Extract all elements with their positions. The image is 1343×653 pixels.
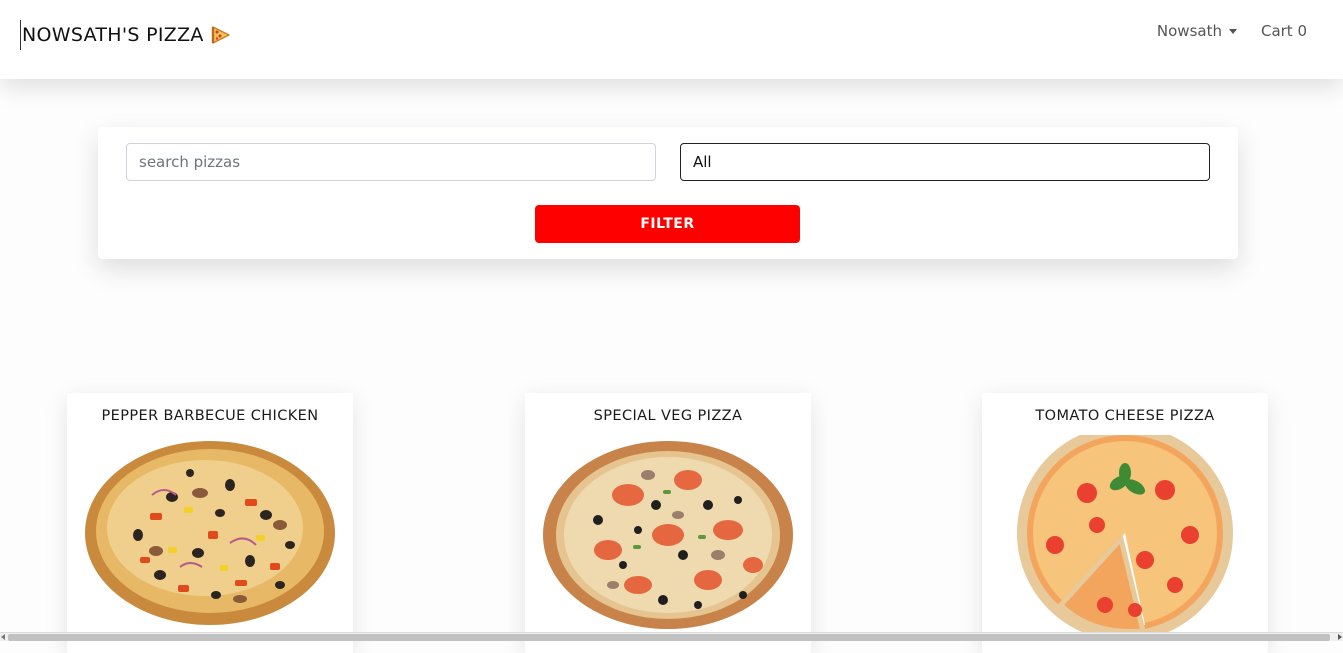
filter-button[interactable]: FILTER: [535, 205, 800, 243]
scroll-right-icon[interactable]: [1338, 634, 1342, 640]
pizza-name: SPECIAL VEG PIZZA: [593, 408, 743, 424]
horizontal-scrollbar[interactable]: [0, 632, 1343, 641]
cart-link[interactable]: Cart 0: [1261, 22, 1307, 40]
category-select[interactable]: All: [680, 143, 1210, 181]
user-name: Nowsath: [1156, 22, 1222, 40]
pizza-card[interactable]: SPECIAL VEG PIZZA: [525, 393, 811, 653]
caret-down-icon: [1228, 29, 1237, 34]
brand-link[interactable]: NOWSATH'S PIZZA: [20, 20, 231, 50]
category-selected-value: All: [693, 153, 712, 171]
nav-menu: Nowsath Cart 0: [1157, 22, 1307, 40]
special-veg-pizza-image: [543, 441, 793, 629]
pizza-card[interactable]: TOMATO CHEESE PIZZA: [982, 393, 1268, 653]
user-dropdown[interactable]: Nowsath: [1157, 22, 1237, 40]
pizza-slice-icon: [211, 26, 230, 44]
scrollbar-thumb[interactable]: [8, 634, 1330, 641]
scroll-left-icon[interactable]: [1, 634, 5, 640]
navbar: NOWSATH'S PIZZA Nowsath Cart 0: [0, 0, 1343, 79]
pizza-name: PEPPER BARBECUE CHICKEN: [101, 408, 319, 424]
tomato-cheese-pizza-image: [1017, 435, 1233, 635]
pizza-card[interactable]: PEPPER BARBECUE CHICKEN: [67, 393, 353, 653]
brand-title: NOWSATH'S PIZZA: [22, 24, 204, 46]
filter-panel: All FILTER: [98, 127, 1238, 259]
pizza-name: TOMATO CHEESE PIZZA: [1035, 408, 1215, 424]
search-input[interactable]: [126, 143, 656, 181]
pepper-barbecue-chicken-pizza-image: [85, 441, 335, 625]
